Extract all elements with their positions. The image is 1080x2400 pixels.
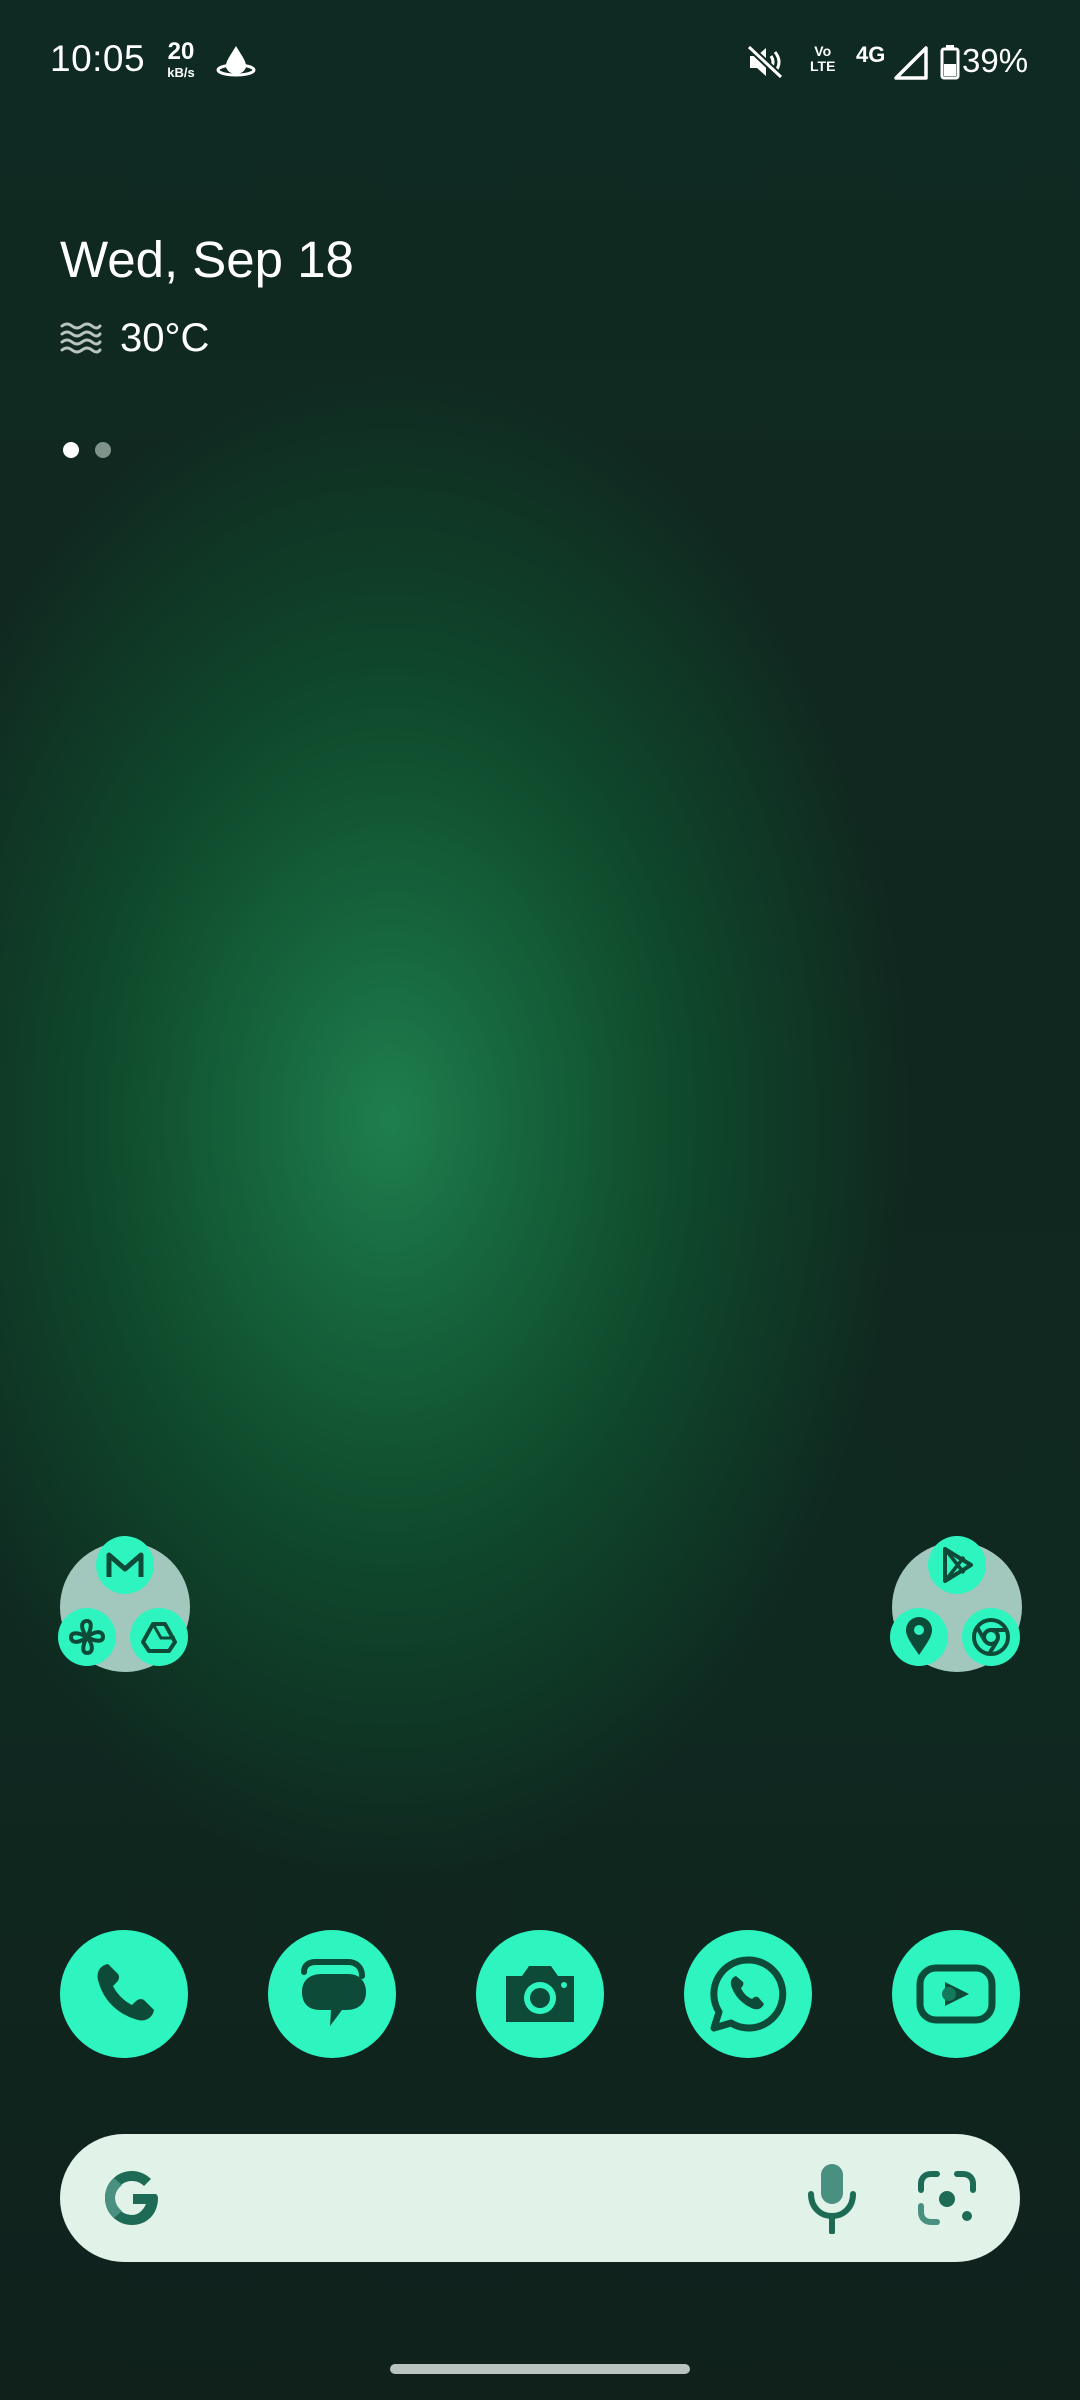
camera-icon[interactable] <box>476 1930 604 2058</box>
signal-icon <box>894 46 928 80</box>
network-speed-value: 20 <box>167 38 195 65</box>
youtube-icon[interactable] <box>892 1930 1020 2058</box>
play-store-icon <box>928 1536 986 1594</box>
messages-icon[interactable] <box>268 1930 396 2058</box>
lens-icon[interactable] <box>915 2168 979 2228</box>
mute-icon <box>746 44 784 80</box>
network-speed: 20 kB/s <box>162 38 200 80</box>
drive-icon <box>130 1608 188 1666</box>
app-folder-1[interactable] <box>58 1536 190 1672</box>
battery-icon <box>940 45 960 80</box>
gesture-navigation-bar[interactable] <box>390 2364 690 2374</box>
app-folder-2[interactable] <box>890 1536 1022 1672</box>
page-dot-1 <box>63 442 79 458</box>
page-indicator <box>63 442 111 458</box>
google-search-bar[interactable] <box>60 2134 1020 2262</box>
weather-drop-icon <box>216 46 256 77</box>
battery-percent: 39% <box>962 42 1029 79</box>
maps-icon <box>890 1608 948 1666</box>
status-bar: 10:05 20 kB/s Vo LTE 4G 39% <box>0 0 1080 120</box>
pinwheel-icon <box>58 1608 116 1666</box>
glance-date[interactable]: Wed, Sep 18 <box>60 230 354 289</box>
status-time: 10:05 <box>50 38 146 79</box>
glance-weather[interactable]: 30°C <box>60 312 209 364</box>
whatsapp-icon[interactable] <box>684 1930 812 2058</box>
page-dot-2 <box>95 442 111 458</box>
volte-line2: LTE <box>810 58 836 74</box>
mic-icon[interactable] <box>802 2162 862 2234</box>
chrome-icon <box>962 1608 1020 1666</box>
glance-temperature: 30°C <box>120 315 210 360</box>
network-type: 4G <box>856 42 886 67</box>
google-g-icon <box>105 2171 158 2225</box>
network-speed-unit: kB/s <box>167 65 195 80</box>
volte-icon: Vo LTE <box>810 44 835 74</box>
phone-icon[interactable] <box>60 1930 188 2058</box>
gmail-icon <box>96 1536 154 1594</box>
haze-icon <box>60 322 102 354</box>
volte-line1: Vo <box>814 43 832 59</box>
